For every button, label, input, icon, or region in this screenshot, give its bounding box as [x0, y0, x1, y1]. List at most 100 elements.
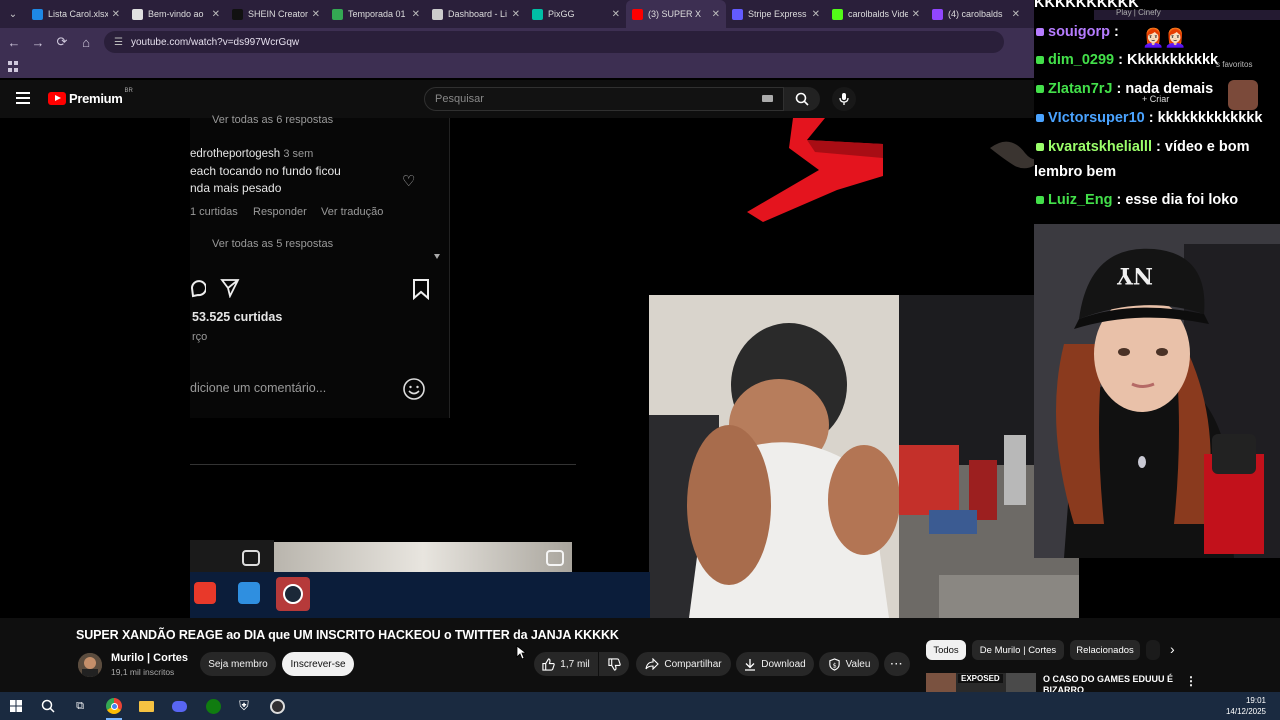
back-button[interactable]: ← — [2, 28, 26, 56]
comment-text-line2: nda mais pesado — [190, 181, 282, 195]
like-button[interactable]: 1,7 mil — [534, 652, 598, 676]
site-info-icon[interactable]: ☰ — [114, 37, 123, 48]
channel-name[interactable]: Murilo | Cortes — [111, 652, 188, 664]
user-emote-icon — [1228, 80, 1258, 110]
tab-title: carolbalds Vide — [848, 9, 908, 19]
join-button[interactable]: Seja membro — [200, 652, 276, 676]
close-tab-icon[interactable]: ✕ — [512, 9, 520, 20]
address-bar[interactable]: ☰ youtube.com/watch?v=ds997WcrGqw — [104, 31, 1004, 53]
voice-search-button[interactable] — [832, 87, 856, 111]
browser-tab[interactable]: Temporada 01 ✕ — [326, 0, 426, 28]
more-actions-button[interactable]: ··· — [884, 652, 910, 676]
tab-favicon-icon — [632, 8, 643, 20]
close-tab-icon[interactable]: ✕ — [412, 9, 420, 20]
forward-button[interactable]: → — [26, 28, 50, 56]
close-tab-icon[interactable]: ✕ — [112, 9, 120, 20]
chat-message: Luiz_Eng : esse dia foi loko — [1034, 192, 1238, 208]
browser-tab[interactable]: (4) carolbalds ✕ — [926, 0, 1026, 28]
add-comment-input: dicione um comentário... — [190, 381, 327, 395]
chat-username: kvaratskhelialll — [1048, 139, 1152, 155]
tab-search-button[interactable]: ⌄ — [0, 0, 26, 28]
file-explorer-icon[interactable] — [136, 696, 156, 716]
chat-text: : Kkkkkkkkkkk — [1114, 52, 1219, 68]
chrome-taskbar-icon[interactable] — [104, 696, 124, 716]
search-taskbar-button[interactable] — [38, 696, 58, 716]
browser-tab[interactable]: Bem-vindo ao ✕ — [126, 0, 226, 28]
chat-message: kvaratskhelialll : vídeo e bom — [1034, 139, 1250, 155]
chat-username: Zlatan7rJ — [1048, 81, 1113, 97]
youtube-logo[interactable]: Premium BR — [48, 88, 133, 106]
svg-text:NY: NY — [1117, 262, 1153, 288]
keyboard-icon[interactable] — [762, 95, 773, 102]
video-streamer-camera — [649, 295, 1079, 618]
tab-title: SHEIN Creator — [248, 9, 308, 19]
chip-from-channel[interactable]: De Murilo | Cortes — [972, 640, 1064, 660]
chat-badge-icon — [1036, 143, 1044, 151]
chat-badge-icon — [1036, 114, 1044, 122]
close-tab-icon[interactable]: ✕ — [212, 9, 220, 20]
chat-message: souigorp : — [1034, 24, 1119, 40]
channel-avatar[interactable] — [78, 653, 102, 677]
thanks-button[interactable]: $ Valeu — [819, 652, 879, 676]
security-shield-icon[interactable]: ⛨ — [234, 696, 254, 716]
chip-more[interactable] — [1146, 640, 1160, 660]
close-tab-icon[interactable]: ✕ — [712, 9, 720, 20]
obs-icon[interactable] — [267, 696, 287, 716]
reels-icon — [242, 550, 260, 566]
start-button[interactable] — [6, 696, 26, 716]
more-vertical-icon[interactable]: ⋮ — [1185, 674, 1197, 688]
close-tab-icon[interactable]: ✕ — [1012, 9, 1020, 20]
post-date: rço — [192, 331, 208, 343]
browser-tab[interactable]: Lista Carol.xlsx ✕ — [26, 0, 126, 28]
search-input[interactable]: Pesquisar — [424, 87, 784, 111]
create-button[interactable]: + Criar — [1138, 93, 1174, 105]
app-icon-red — [194, 582, 216, 604]
browser-toolbar-peek: Play | Cinefy — [1094, 8, 1280, 20]
chat-text: : kkkkkkkkkkkkk — [1144, 110, 1263, 126]
apps-grid-icon[interactable] — [8, 61, 19, 72]
chip-all[interactable]: Todos — [926, 640, 966, 660]
tab-favicon-icon — [532, 8, 543, 20]
mouse-cursor-icon — [516, 645, 526, 660]
url-text: youtube.com/watch?v=ds997WcrGqw — [130, 36, 300, 48]
menu-icon[interactable] — [16, 92, 30, 104]
close-tab-icon[interactable]: ✕ — [312, 9, 320, 20]
windows-logo-icon — [10, 700, 22, 712]
reload-button[interactable]: ⟳ — [50, 28, 74, 56]
discord-icon[interactable] — [169, 696, 189, 716]
browser-tab[interactable]: PixGG ✕ — [526, 0, 626, 28]
download-button[interactable]: Download — [736, 652, 814, 676]
search-placeholder: Pesquisar — [435, 93, 484, 105]
chat-badge-icon — [1036, 196, 1044, 204]
video-title: SUPER XANDÃO REAGE ao DIA que UM INSCRIT… — [76, 628, 619, 642]
recommended-thumbnail[interactable]: EXPOSED — [926, 673, 1036, 692]
tab-title: Bem-vindo ao — [148, 9, 204, 19]
browser-tab[interactable]: SHEIN Creator ✕ — [226, 0, 326, 28]
translate-link: Ver tradução — [321, 206, 384, 218]
view-replies-link-2: Ver todas as 5 respostas — [212, 238, 334, 250]
task-view-button[interactable]: ⧉ — [70, 696, 90, 716]
close-tab-icon[interactable]: ✕ — [912, 9, 920, 20]
close-tab-icon[interactable]: ✕ — [612, 9, 620, 20]
windows-taskbar: ⧉ ⛨ 19:01 14/12/2025 — [0, 692, 1280, 720]
close-tab-icon[interactable]: ✕ — [812, 9, 820, 20]
search-button[interactable] — [784, 87, 820, 111]
bookmarks-label: s favoritos — [1216, 60, 1253, 69]
home-button[interactable]: ⌂ — [74, 28, 98, 56]
chip-related[interactable]: Relacionados — [1070, 640, 1140, 660]
browser-tab[interactable]: Stripe Express ✕ — [726, 0, 826, 28]
microphone-icon — [839, 93, 849, 105]
subscribe-button[interactable]: Inscrever-se — [282, 652, 354, 676]
browser-tab[interactable]: (3) SUPER X ✕ — [626, 0, 726, 28]
dislike-button[interactable] — [599, 652, 629, 676]
chevron-right-icon[interactable]: › — [1170, 641, 1175, 657]
steam-app-icon — [276, 577, 310, 611]
view-replies-link: Ver todas as 6 respostas — [212, 114, 334, 126]
system-clock[interactable]: 19:01 14/12/2025 — [1226, 695, 1266, 717]
tab-title: Lista Carol.xlsx — [48, 9, 108, 19]
browser-tab[interactable]: Dashboard - Li ✕ — [426, 0, 526, 28]
share-button[interactable]: Compartilhar — [636, 652, 731, 676]
browser-tab[interactable]: carolbalds Vide ✕ — [826, 0, 926, 28]
emoji-icon — [403, 378, 425, 400]
xbox-icon[interactable] — [203, 696, 223, 716]
